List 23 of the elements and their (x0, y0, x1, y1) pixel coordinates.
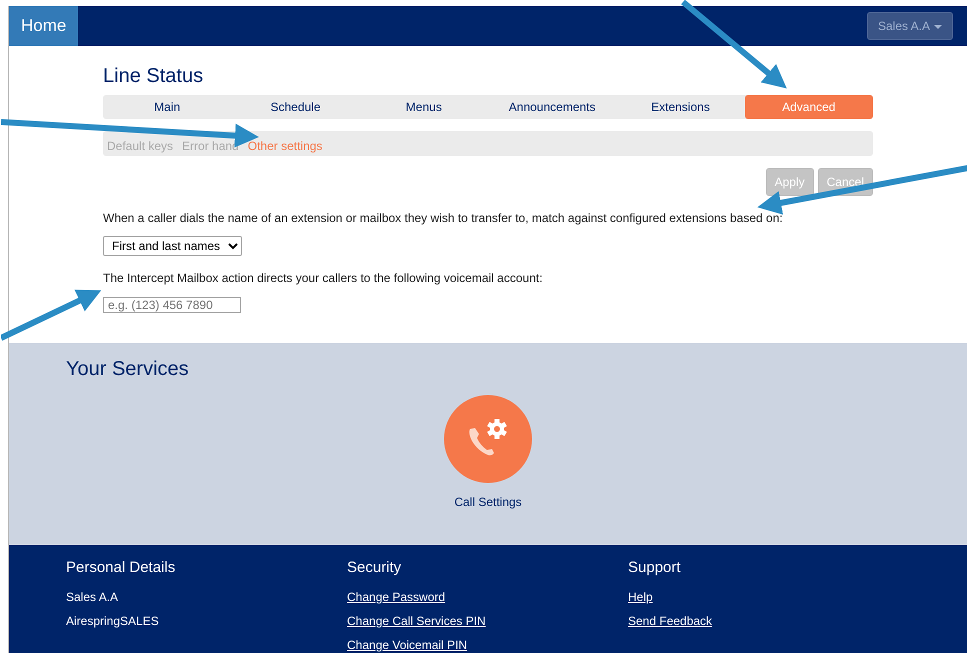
service-label: Call Settings (454, 494, 522, 511)
footer-link[interactable]: Change Call Services PIN (347, 612, 486, 630)
footer-heading: Security (347, 558, 402, 578)
footer-text: Sales A.A (66, 588, 118, 606)
footer-link[interactable]: Help (628, 588, 653, 606)
footer-link[interactable]: Send Feedback (628, 612, 712, 630)
section-title: Your Services (66, 357, 190, 381)
footer-heading: Support (628, 558, 681, 578)
tab[interactable]: Announcements (488, 95, 616, 119)
footer-text: AirespringSALES (66, 612, 159, 630)
footer-link[interactable]: Change Voicemail PIN (347, 636, 468, 653)
home-button[interactable]: Home (9, 6, 78, 46)
tab[interactable]: Menus (360, 95, 488, 119)
tab[interactable]: Extensions (616, 95, 745, 119)
setting-label: The Intercept Mailbox action directs your callers to the following voicemail account: (103, 270, 544, 287)
page-title: Line Status (103, 64, 204, 88)
tab[interactable]: Main (103, 95, 232, 119)
footer-heading: Personal Details (66, 558, 176, 578)
input-field[interactable]: e.g. (123) 456 7890 (103, 297, 241, 313)
dropdown[interactable]: First and last names (103, 236, 242, 256)
footer-link[interactable]: Change Password (347, 588, 446, 606)
setting-label: When a caller dials the name of an extension or mailbox they wish to transfer to, match against configured extensions based on: (103, 210, 784, 227)
tab[interactable]: Schedule (231, 95, 360, 119)
